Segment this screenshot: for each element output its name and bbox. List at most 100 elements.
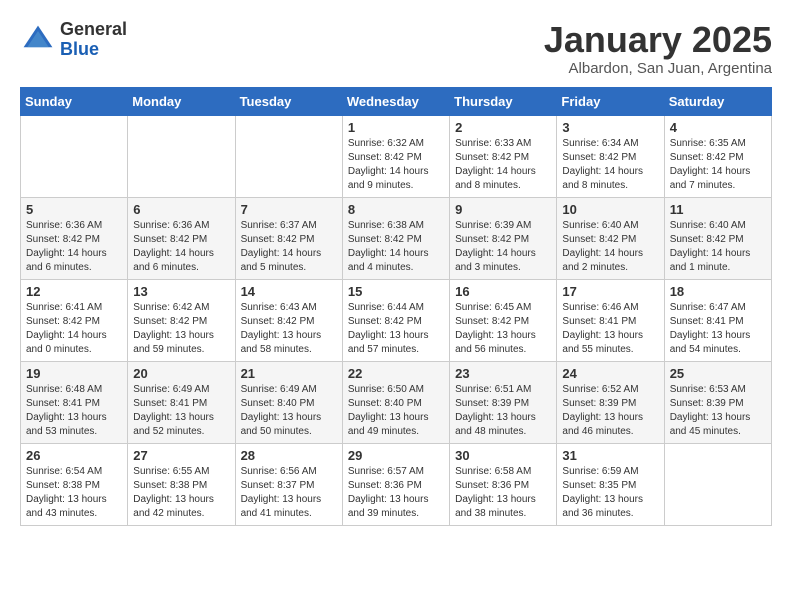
daylight-5: Daylight: 14 hours and 6 minutes. <box>26 248 107 273</box>
sunset-3: Sunset: 8:42 PM <box>562 152 636 163</box>
sunset-29: Sunset: 8:36 PM <box>348 480 422 491</box>
sunrise-13: Sunrise: 6:42 AM <box>133 302 209 313</box>
sunrise-11: Sunrise: 6:40 AM <box>670 220 746 231</box>
sunrise-19: Sunrise: 6:48 AM <box>26 384 102 395</box>
header: General Blue January 2025 Albardon, San … <box>20 20 772 77</box>
header-wednesday: Wednesday <box>342 87 449 115</box>
day-number-1: 1 <box>348 120 444 135</box>
calendar-cell-2-5: 17Sunrise: 6:46 AMSunset: 8:41 PMDayligh… <box>557 279 664 361</box>
sunrise-15: Sunrise: 6:44 AM <box>348 302 424 313</box>
day-info-18: Sunrise: 6:47 AMSunset: 8:41 PMDaylight:… <box>670 301 766 357</box>
day-number-14: 14 <box>241 284 337 299</box>
calendar-cell-2-3: 15Sunrise: 6:44 AMSunset: 8:42 PMDayligh… <box>342 279 449 361</box>
sunset-14: Sunset: 8:42 PM <box>241 316 315 327</box>
calendar-cell-1-1: 6Sunrise: 6:36 AMSunset: 8:42 PMDaylight… <box>128 197 235 279</box>
sunset-26: Sunset: 8:38 PM <box>26 480 100 491</box>
week-row-1: 1Sunrise: 6:32 AMSunset: 8:42 PMDaylight… <box>21 115 772 197</box>
calendar-cell-0-5: 3Sunrise: 6:34 AMSunset: 8:42 PMDaylight… <box>557 115 664 197</box>
daylight-10: Daylight: 14 hours and 2 minutes. <box>562 248 643 273</box>
daylight-18: Daylight: 13 hours and 54 minutes. <box>670 330 751 355</box>
calendar-cell-1-4: 9Sunrise: 6:39 AMSunset: 8:42 PMDaylight… <box>450 197 557 279</box>
day-number-18: 18 <box>670 284 766 299</box>
day-number-19: 19 <box>26 366 122 381</box>
daylight-7: Daylight: 14 hours and 5 minutes. <box>241 248 322 273</box>
sunrise-24: Sunrise: 6:52 AM <box>562 384 638 395</box>
daylight-29: Daylight: 13 hours and 39 minutes. <box>348 494 429 519</box>
day-number-21: 21 <box>241 366 337 381</box>
daylight-31: Daylight: 13 hours and 36 minutes. <box>562 494 643 519</box>
sunset-1: Sunset: 8:42 PM <box>348 152 422 163</box>
sunset-15: Sunset: 8:42 PM <box>348 316 422 327</box>
sunset-10: Sunset: 8:42 PM <box>562 234 636 245</box>
calendar-cell-1-3: 8Sunrise: 6:38 AMSunset: 8:42 PMDaylight… <box>342 197 449 279</box>
day-info-25: Sunrise: 6:53 AMSunset: 8:39 PMDaylight:… <box>670 383 766 439</box>
sunrise-28: Sunrise: 6:56 AM <box>241 466 317 477</box>
day-info-10: Sunrise: 6:40 AMSunset: 8:42 PMDaylight:… <box>562 219 658 275</box>
calendar-cell-2-6: 18 Sunrise: 6:47 AMSunset: 8:41 PMDayligh… <box>664 279 771 361</box>
day-number-16: 16 <box>455 284 551 299</box>
daylight-20: Daylight: 13 hours and 52 minutes. <box>133 412 214 437</box>
sunset-23: Sunset: 8:39 PM <box>455 398 529 409</box>
sunrise-18: Sunrise: 6:47 AM <box>670 302 746 313</box>
sunrise-2: Sunrise: 6:33 AM <box>455 138 531 149</box>
sunset-2: Sunset: 8:42 PM <box>455 152 529 163</box>
day-info-12: Sunrise: 6:41 AMSunset: 8:42 PMDaylight:… <box>26 301 122 357</box>
sunrise-17: Sunrise: 6:46 AM <box>562 302 638 313</box>
daylight-19: Daylight: 13 hours and 53 minutes. <box>26 412 107 437</box>
day-number-27: 27 <box>133 448 229 463</box>
day-number-30: 30 <box>455 448 551 463</box>
day-info-27: Sunrise: 6:55 AMSunset: 8:38 PMDaylight:… <box>133 465 229 521</box>
title-block: January 2025 Albardon, San Juan, Argenti… <box>544 20 772 77</box>
daylight-1: Daylight: 14 hours and 9 minutes. <box>348 166 429 191</box>
sunset-5: Sunset: 8:42 PM <box>26 234 100 245</box>
sunset-21: Sunset: 8:40 PM <box>241 398 315 409</box>
sunrise-4: Sunrise: 6:35 AM <box>670 138 746 149</box>
daylight-2: Daylight: 14 hours and 8 minutes. <box>455 166 536 191</box>
sunrise-12: Sunrise: 6:41 AM <box>26 302 102 313</box>
day-number-15: 15 <box>348 284 444 299</box>
sunrise-9: Sunrise: 6:39 AM <box>455 220 531 231</box>
calendar-cell-3-0: 19Sunrise: 6:48 AMSunset: 8:41 PMDayligh… <box>21 361 128 443</box>
sunrise-20: Sunrise: 6:49 AM <box>133 384 209 395</box>
calendar-cell-0-3: 1Sunrise: 6:32 AMSunset: 8:42 PMDaylight… <box>342 115 449 197</box>
sunrise-16: Sunrise: 6:45 AM <box>455 302 531 313</box>
sunrise-8: Sunrise: 6:38 AM <box>348 220 424 231</box>
day-info-4: Sunrise: 6:35 AMSunset: 8:42 PMDaylight:… <box>670 137 766 193</box>
sunrise-26: Sunrise: 6:54 AM <box>26 466 102 477</box>
day-info-16: Sunrise: 6:45 AM Sunset: 8:42 PM Daylight:… <box>455 301 551 357</box>
daylight-17: Daylight: 13 hours and 55 minutes. <box>562 330 643 355</box>
day-number-26: 26 <box>26 448 122 463</box>
header-saturday: Saturday <box>664 87 771 115</box>
header-friday: Friday <box>557 87 664 115</box>
sunset-12: Sunset: 8:42 PM <box>26 316 100 327</box>
daylight-24: Daylight: 13 hours and 46 minutes. <box>562 412 643 437</box>
calendar-cell-0-2 <box>235 115 342 197</box>
daylight-27: Daylight: 13 hours and 42 minutes. <box>133 494 214 519</box>
daylight-3: Daylight: 14 hours and 8 minutes. <box>562 166 643 191</box>
sunset-24: Sunset: 8:39 PM <box>562 398 636 409</box>
sunset-13: Sunset: 8:42 PM <box>133 316 207 327</box>
day-number-31: 31 <box>562 448 658 463</box>
day-info-28: Sunrise: 6:56 AMSunset: 8:37 PMDaylight:… <box>241 465 337 521</box>
day-info-23: Sunrise: 6:51 AMSunset: 8:39 PMDaylight:… <box>455 383 551 439</box>
day-info-6: Sunrise: 6:36 AMSunset: 8:42 PMDaylight:… <box>133 219 229 275</box>
calendar-cell-1-0: 5Sunrise: 6:36 AMSunset: 8:42 PMDaylight… <box>21 197 128 279</box>
day-number-17: 17 <box>562 284 658 299</box>
page: General Blue January 2025 Albardon, San … <box>0 0 792 546</box>
daylight-22: Daylight: 13 hours and 49 minutes. <box>348 412 429 437</box>
calendar-cell-4-0: 26Sunrise: 6:54 AMSunset: 8:38 PMDayligh… <box>21 443 128 525</box>
calendar-cell-3-5: 24Sunrise: 6:52 AMSunset: 8:39 PMDayligh… <box>557 361 664 443</box>
day-info-20: Sunrise: 6:49 AMSunset: 8:41 PMDaylight:… <box>133 383 229 439</box>
sunset-16: Sunset: 8:42 PM <box>455 316 529 327</box>
calendar-cell-2-2: 14Sunrise: 6:43 AMSunset: 8:42 PMDayligh… <box>235 279 342 361</box>
daylight-16: Daylight: 13 hours and 56 minutes. <box>455 330 536 355</box>
sunrise-29: Sunrise: 6:57 AM <box>348 466 424 477</box>
calendar-cell-4-4: 30Sunrise: 6:58 AMSunset: 8:36 PMDayligh… <box>450 443 557 525</box>
day-info-29: Sunrise: 6:57 AM Sunset: 8:36 PM Daylight:… <box>348 465 444 521</box>
day-number-12: 12 <box>26 284 122 299</box>
day-number-5: 5 <box>26 202 122 217</box>
daylight-4: Daylight: 14 hours and 7 minutes. <box>670 166 751 191</box>
day-number-4: 4 <box>670 120 766 135</box>
location-subtitle: Albardon, San Juan, Argentina <box>544 60 772 77</box>
sunset-28: Sunset: 8:37 PM <box>241 480 315 491</box>
